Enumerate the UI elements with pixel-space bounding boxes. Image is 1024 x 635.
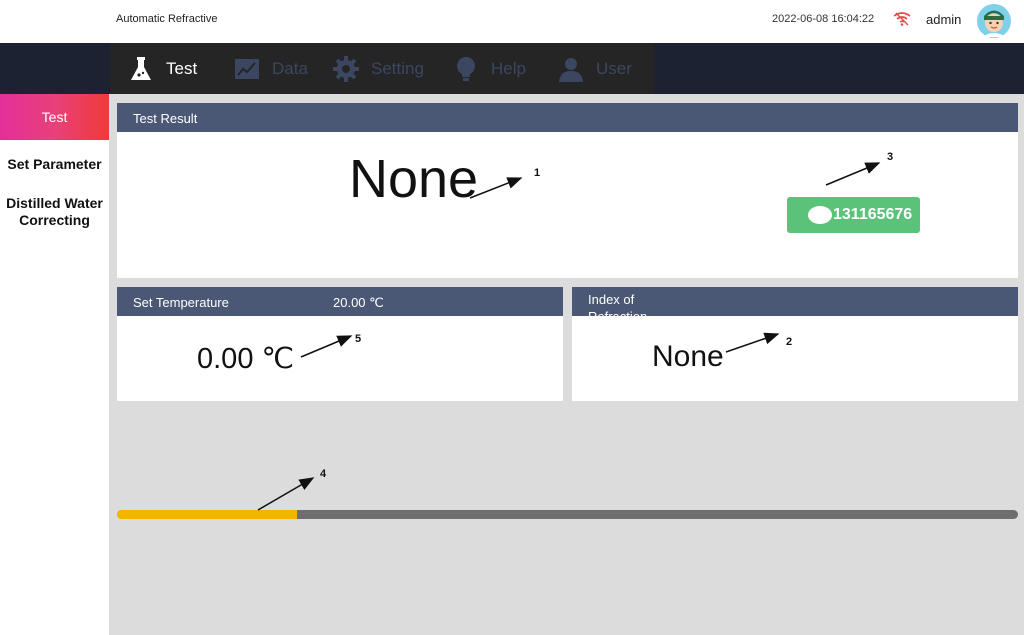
refraction-value: None	[652, 340, 724, 373]
sidebar-item-label-line1: Distilled Water	[6, 195, 103, 211]
app-title: Automatic Refractive	[116, 13, 218, 25]
sidebar-item-label-line2: Correcting	[19, 212, 90, 228]
refraction-panel: Index of Refraction None	[572, 287, 1018, 401]
nav-tab-user[interactable]: User	[556, 43, 632, 94]
sidebar-item-set-parameter[interactable]: Set Parameter	[0, 156, 109, 172]
nav-tab-data[interactable]: Data	[232, 43, 308, 94]
callout-5: 5	[355, 333, 362, 345]
refraction-title-line1: Index of	[588, 292, 635, 307]
temperature-panel: Set Temperature 20.00 ℃ 0.00 ℃	[117, 287, 563, 401]
set-temperature-label: Set Temperature	[133, 295, 229, 310]
current-temperature: 0.00 ℃	[197, 343, 295, 375]
serial-number-button[interactable]: 131165676	[787, 197, 920, 233]
bulb-icon	[457, 56, 475, 81]
gear-icon	[333, 55, 359, 82]
panel-header: Set Temperature 20.00 ℃	[117, 287, 563, 316]
datetime: 2022-06-08 16:04:22	[772, 13, 875, 25]
chart-icon	[235, 58, 259, 79]
nav-tab-help[interactable]: Help	[451, 43, 526, 94]
refraction-title-line2: Refraction	[588, 308, 647, 316]
panel-header: Index of Refraction	[572, 287, 1018, 316]
nav-tabs: Test Data Setting Help User	[110, 43, 654, 94]
test-progress-bar	[117, 510, 1018, 519]
callout-2: 2	[786, 336, 793, 348]
callout-4: 4	[320, 468, 327, 480]
app-window: Automatic Refractive 2022-06-08 16:04:22…	[0, 0, 1024, 635]
nav-tab-label: Help	[491, 58, 526, 78]
user-icon	[559, 57, 583, 82]
progress-fill	[117, 510, 298, 519]
test-result-panel: Test Result None 131165676	[117, 103, 1018, 278]
nav-tab-label: Test	[166, 58, 198, 78]
nav-tab-label: User	[596, 58, 632, 78]
test-result-title: Test Result	[133, 111, 198, 126]
flask-icon	[131, 56, 151, 80]
wifi-off-icon	[893, 12, 911, 26]
nav-tab-test[interactable]: Test	[126, 43, 197, 94]
refraction-title: Index of Refraction	[588, 291, 647, 316]
test-result-value: None	[349, 149, 479, 209]
user-name[interactable]: admin	[926, 12, 961, 27]
callout-3: 3	[887, 151, 894, 163]
nav-tab-label: Setting	[371, 58, 424, 78]
top-bar: Automatic Refractive 2022-06-08 16:04:22…	[0, 0, 1024, 43]
main-content: Test Result None 131165676 Set Temperatu…	[109, 94, 1024, 635]
serial-number: 131165676	[833, 206, 913, 223]
set-temperature-value[interactable]: 20.00 ℃	[333, 295, 384, 311]
main-nav: Test Data Setting Help User	[0, 43, 1024, 94]
sidebar-item-test[interactable]: Test	[0, 94, 109, 140]
sidebar-item-distilled-water-correcting[interactable]: Distilled Water Correcting	[0, 195, 109, 229]
chat-bubble-icon	[808, 206, 832, 224]
panel-header: Test Result	[117, 103, 1018, 132]
callout-1: 1	[534, 167, 541, 179]
sidebar: Test Set Parameter Distilled Water Corre…	[0, 94, 109, 635]
nav-tab-label: Data	[272, 58, 308, 78]
nav-tab-setting[interactable]: Setting	[331, 43, 424, 94]
user-avatar-icon[interactable]	[976, 3, 1012, 39]
